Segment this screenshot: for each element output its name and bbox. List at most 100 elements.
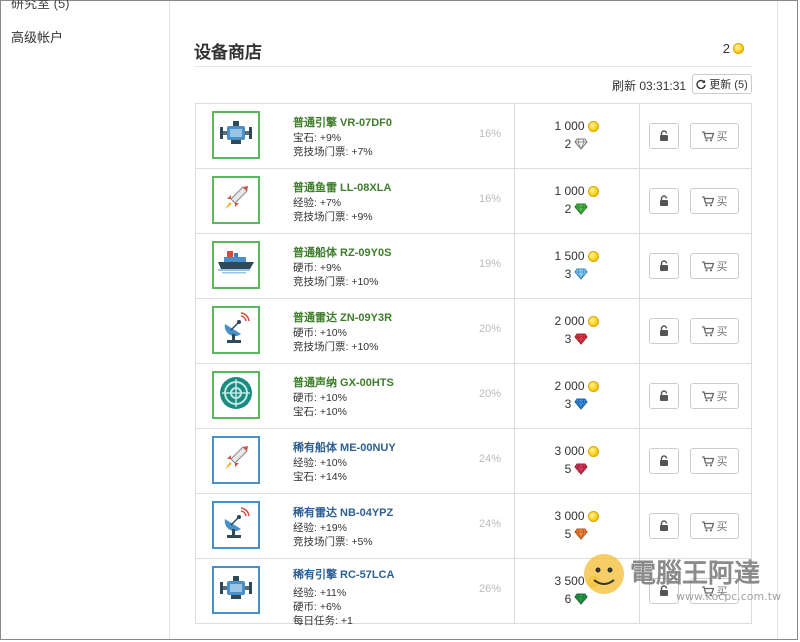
cart-icon — [701, 195, 714, 206]
cart-icon — [701, 325, 714, 336]
item-image — [212, 241, 260, 289]
blue-gem-icon — [574, 398, 588, 410]
item-price-value: 2 000 — [554, 314, 585, 328]
lock-icon — [660, 195, 668, 206]
coin-icon — [587, 510, 599, 522]
lock-button[interactable] — [649, 123, 679, 149]
item-stat: 硬币: +6% — [293, 601, 342, 613]
item-name[interactable]: 普通鱼雷 LL-08XLA — [293, 179, 391, 195]
diamond-icon — [574, 138, 588, 150]
item-price: 3 000 — [514, 444, 639, 458]
lock-button[interactable] — [649, 513, 679, 539]
coin-icon — [587, 185, 599, 197]
buy-button-label: 买 — [716, 261, 728, 273]
item-price-value: 1 000 — [554, 184, 585, 198]
item-image — [212, 111, 260, 159]
column-divider — [639, 234, 640, 298]
divider — [194, 66, 752, 67]
coin-balance: 2 — [723, 41, 744, 56]
item-name[interactable]: 稀有引擎 RC-57LCA — [293, 566, 394, 582]
item-stat: 经验: +7% — [293, 197, 342, 209]
item-name[interactable]: 稀有雷达 NB-04YPZ — [293, 504, 393, 520]
item-percent: 20% — [479, 388, 502, 400]
buy-button-label: 买 — [716, 391, 728, 403]
item-gem-cost: 2 — [514, 137, 639, 151]
buy-button[interactable]: 买 — [690, 448, 739, 474]
item-price: 3 000 — [514, 509, 639, 523]
lock-button[interactable] — [649, 318, 679, 344]
watermark-logo: 電腦王阿達 www.kocpc.com.tw — [584, 554, 781, 603]
item-stat: 竞技场门票: +10% — [293, 276, 379, 288]
item-price-value: 1 500 — [554, 249, 585, 263]
item-stat: 竞技场门票: +7% — [293, 146, 373, 158]
buy-button-label: 买 — [716, 456, 728, 468]
item-stat: 竞技场门票: +10% — [293, 341, 379, 353]
lock-button[interactable] — [649, 448, 679, 474]
item-name[interactable]: 普通雷达 ZN-09Y3R — [293, 309, 392, 325]
cart-icon — [701, 520, 714, 531]
item-stat: 经验: +11% — [293, 587, 347, 599]
engine-icon — [218, 573, 254, 608]
item-image — [212, 436, 260, 484]
item-gem-value: 5 — [564, 527, 572, 541]
coin-icon — [587, 250, 599, 262]
column-divider — [514, 299, 515, 363]
item-price: 1 500 — [514, 249, 639, 263]
column-divider — [514, 559, 515, 623]
item-percent: 16% — [479, 128, 502, 140]
buy-button[interactable]: 买 — [690, 513, 739, 539]
buy-button-label: 买 — [716, 131, 728, 143]
item-gem-cost: 5 — [514, 527, 639, 541]
item-gem-value: 2 — [564, 202, 572, 216]
item-percent: 19% — [479, 258, 502, 270]
cart-icon — [701, 455, 714, 466]
cart-icon — [701, 260, 714, 271]
buy-button[interactable]: 买 — [690, 318, 739, 344]
ship-hull-icon — [216, 248, 256, 283]
item-stat: 硬币: +10% — [293, 392, 347, 404]
lock-icon — [660, 130, 668, 141]
buy-button[interactable]: 买 — [690, 383, 739, 409]
item-name[interactable]: 普通引擎 VR-07DF0 — [293, 114, 392, 130]
radar-icon — [219, 506, 253, 544]
lock-icon — [660, 325, 668, 336]
column-divider — [639, 299, 640, 363]
item-stat: 宝石: +9% — [293, 132, 342, 144]
sidebar-item-lab[interactable]: 研究室 (5) — [11, 0, 70, 12]
item-name[interactable]: 稀有船体 ME-00NUY — [293, 439, 396, 455]
item-price-value: 3 000 — [554, 509, 585, 523]
item-gem-cost: 3 — [514, 397, 639, 411]
item-gem-cost: 3 — [514, 267, 639, 281]
column-divider — [514, 494, 515, 558]
item-price-value: 1 000 — [554, 119, 585, 133]
item-price-value: 3 000 — [554, 444, 585, 458]
item-price: 2 000 — [514, 314, 639, 328]
shop-item-row: 普通声纳 GX-00HTS 硬币: +10% 宝石: +10% 20% 2 000 3 买 — [195, 364, 752, 429]
lock-icon — [660, 390, 668, 401]
column-divider — [514, 429, 515, 493]
lock-icon — [660, 520, 668, 531]
item-gem-value: 3 — [564, 397, 572, 411]
update-button[interactable]: 更新 (5) — [692, 74, 752, 94]
lock-button[interactable] — [649, 188, 679, 214]
buy-button[interactable]: 买 — [690, 123, 739, 149]
lock-button[interactable] — [649, 253, 679, 279]
lock-button[interactable] — [649, 383, 679, 409]
buy-button[interactable]: 买 — [690, 188, 739, 214]
item-price: 2 000 — [514, 379, 639, 393]
coin-icon — [587, 445, 599, 457]
column-divider — [514, 234, 515, 298]
shop-item-row: 稀有船体 ME-00NUY 经验: +10% 宝石: +14% 24% 3 000 5 买 — [195, 429, 752, 494]
item-gem-value: 3 — [564, 267, 572, 281]
item-name[interactable]: 普通声纳 GX-00HTS — [293, 374, 394, 390]
item-price-value: 2 000 — [554, 379, 585, 393]
item-image — [212, 306, 260, 354]
column-divider — [514, 104, 515, 168]
buy-button[interactable]: 买 — [690, 253, 739, 279]
item-name[interactable]: 普通船体 RZ-09Y0S — [293, 244, 391, 260]
buy-button-label: 买 — [716, 326, 728, 338]
item-stat: 宝石: +14% — [293, 471, 347, 483]
sidebar-item-premium-account[interactable]: 高级帐户 — [11, 27, 63, 46]
radar-icon — [219, 311, 253, 349]
item-stat: 经验: +10% — [293, 457, 347, 469]
